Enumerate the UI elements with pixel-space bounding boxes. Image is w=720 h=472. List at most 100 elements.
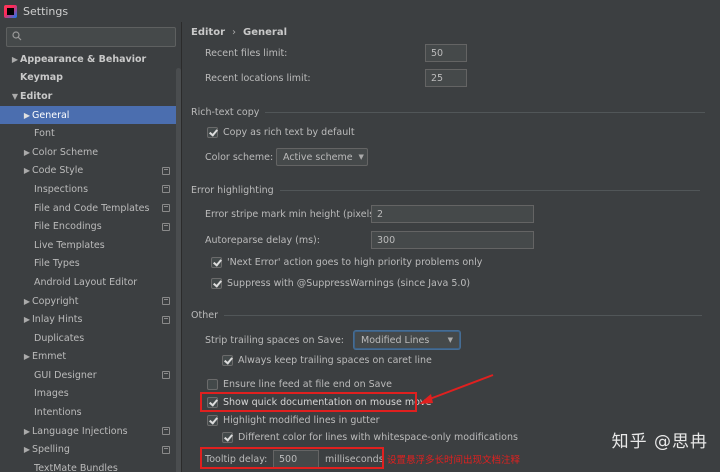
recent-files-row: Recent files limit: 50 bbox=[205, 44, 467, 62]
always-keep-checkbox[interactable] bbox=[222, 355, 233, 366]
sidebar-item-font[interactable]: Font bbox=[0, 124, 176, 143]
error-stripe-row: Error stripe mark min height (pixels): 2 bbox=[205, 205, 534, 223]
chevron-right-icon[interactable]: ▶ bbox=[22, 427, 32, 436]
project-scope-icon bbox=[162, 222, 170, 231]
settings-content: Editor › General Recent files limit: 50 … bbox=[183, 22, 720, 472]
always-keep-row[interactable]: Always keep trailing spaces on caret lin… bbox=[222, 355, 432, 366]
sidebar-item-gui-designer[interactable]: GUI Designer bbox=[0, 366, 176, 385]
suppress-warnings-label: Suppress with @SuppressWarnings (since J… bbox=[227, 278, 471, 289]
sidebar-item-color-scheme[interactable]: ▶ Color Scheme bbox=[0, 143, 176, 162]
sidebar-item-inlay-hints[interactable]: ▶ Inlay Hints bbox=[0, 310, 176, 329]
sidebar-item-android-layout-editor[interactable]: Android Layout Editor bbox=[0, 273, 176, 292]
settings-search-input[interactable] bbox=[26, 31, 166, 43]
highlight-modified-row[interactable]: Highlight modified lines in gutter bbox=[207, 415, 380, 426]
highlight-modified-checkbox[interactable] bbox=[207, 415, 218, 426]
section-divider bbox=[223, 315, 702, 316]
project-scope-icon bbox=[162, 297, 170, 306]
sidebar-item-images[interactable]: Images bbox=[0, 385, 176, 404]
error-highlighting-section-title: Error highlighting bbox=[191, 185, 700, 196]
project-scope-icon bbox=[162, 315, 170, 324]
different-color-checkbox[interactable] bbox=[222, 432, 233, 443]
strip-trailing-dropdown[interactable]: Modified Lines ▼ bbox=[354, 331, 460, 349]
recent-locations-label: Recent locations limit: bbox=[205, 72, 311, 84]
strip-trailing-row: Strip trailing spaces on Save: Modified … bbox=[205, 331, 460, 349]
chevron-right-icon[interactable]: ▶ bbox=[22, 315, 32, 324]
recent-locations-input[interactable]: 25 bbox=[425, 69, 467, 87]
error-stripe-label: Error stripe mark min height (pixels): bbox=[205, 208, 382, 220]
annotation-text: 设置悬浮多长时间出现文档注释 bbox=[387, 455, 521, 466]
rich-text-section-title: Rich-text copy bbox=[191, 107, 706, 118]
chevron-right-icon[interactable]: ▶ bbox=[22, 445, 32, 454]
suppress-warnings-row[interactable]: Suppress with @SuppressWarnings (since J… bbox=[211, 278, 470, 289]
copy-rich-text-checkbox[interactable] bbox=[207, 127, 218, 138]
sidebar-item-copyright[interactable]: ▶ Copyright bbox=[0, 292, 176, 311]
sidebar-item-file-types[interactable]: File Types bbox=[0, 255, 176, 274]
chevron-right-icon[interactable]: ▶ bbox=[22, 352, 32, 361]
next-error-row[interactable]: 'Next Error' action goes to high priorit… bbox=[211, 257, 482, 268]
breadcrumb: Editor › General bbox=[191, 27, 287, 38]
error-stripe-input[interactable]: 2 bbox=[371, 205, 534, 223]
next-error-checkbox[interactable] bbox=[211, 257, 222, 268]
annotation-arrow-icon bbox=[419, 374, 494, 404]
sidebar-scrollbar[interactable] bbox=[176, 68, 181, 472]
sidebar-item-duplicates[interactable]: Duplicates bbox=[0, 329, 176, 348]
tooltip-delay-highlight-box bbox=[200, 447, 384, 469]
highlight-modified-label: Highlight modified lines in gutter bbox=[223, 415, 380, 426]
project-scope-icon bbox=[162, 371, 170, 380]
sidebar-item-keymap[interactable]: Keymap bbox=[0, 69, 176, 88]
line-feed-row[interactable]: Ensure line feed at file end on Save bbox=[207, 379, 392, 390]
different-color-row[interactable]: Different color for lines with whitespac… bbox=[222, 432, 518, 443]
settings-sidebar: ▶ Appearance & Behavior Keymap ▼ Editor … bbox=[0, 22, 182, 472]
sidebar-item-intentions[interactable]: Intentions bbox=[0, 403, 176, 422]
settings-tree: ▶ Appearance & Behavior Keymap ▼ Editor … bbox=[0, 50, 176, 472]
chevron-down-icon: ▼ bbox=[358, 153, 364, 161]
sidebar-item-textmate-bundles[interactable]: TextMate Bundles bbox=[0, 459, 176, 472]
line-feed-label: Ensure line feed at file end on Save bbox=[223, 379, 392, 390]
autoreparse-label: Autoreparse delay (ms): bbox=[205, 234, 320, 246]
settings-search-box[interactable] bbox=[6, 27, 176, 47]
sidebar-item-language-injections[interactable]: ▶ Language Injections bbox=[0, 422, 176, 441]
chevron-right-icon[interactable]: ▶ bbox=[22, 297, 32, 306]
color-scheme-label: Color scheme: bbox=[205, 151, 274, 163]
sidebar-item-inspections[interactable]: Inspections bbox=[0, 180, 176, 199]
project-scope-icon bbox=[162, 427, 170, 436]
sidebar-item-general[interactable]: ▶ General bbox=[0, 105, 176, 125]
autoreparse-row: Autoreparse delay (ms): 300 bbox=[205, 231, 534, 249]
breadcrumb-current: General bbox=[243, 27, 287, 38]
quick-doc-highlight-box bbox=[200, 392, 417, 412]
recent-files-input[interactable]: 50 bbox=[425, 44, 467, 62]
sidebar-item-file-encodings[interactable]: File Encodings bbox=[0, 217, 176, 236]
chevron-down-icon[interactable]: ▼ bbox=[10, 92, 20, 101]
copy-rich-text-label: Copy as rich text by default bbox=[223, 127, 355, 138]
autoreparse-input[interactable]: 300 bbox=[371, 231, 534, 249]
other-section-title: Other bbox=[191, 310, 702, 321]
color-scheme-dropdown[interactable]: Active scheme ▼ bbox=[276, 148, 368, 166]
recent-locations-row: Recent locations limit: 25 bbox=[205, 69, 467, 87]
section-divider bbox=[279, 190, 700, 191]
sidebar-item-appearance-behavior[interactable]: ▶ Appearance & Behavior bbox=[0, 50, 176, 69]
sidebar-item-editor[interactable]: ▼ Editor bbox=[0, 87, 176, 106]
recent-files-label: Recent files limit: bbox=[205, 47, 288, 59]
chevron-right-icon[interactable]: ▶ bbox=[22, 111, 32, 120]
title-bar: Settings bbox=[0, 0, 720, 22]
sidebar-item-emmet[interactable]: ▶ Emmet bbox=[0, 348, 176, 367]
breadcrumb-parent: Editor bbox=[191, 27, 225, 38]
sidebar-item-live-templates[interactable]: Live Templates bbox=[0, 236, 176, 255]
next-error-label: 'Next Error' action goes to high priorit… bbox=[227, 257, 483, 268]
line-feed-checkbox[interactable] bbox=[207, 379, 218, 390]
sidebar-item-file-code-templates[interactable]: File and Code Templates bbox=[0, 199, 176, 218]
project-scope-icon bbox=[162, 166, 170, 175]
suppress-warnings-checkbox[interactable] bbox=[211, 278, 222, 289]
always-keep-label: Always keep trailing spaces on caret lin… bbox=[238, 355, 432, 366]
project-scope-icon bbox=[162, 445, 170, 454]
chevron-right-icon[interactable]: ▶ bbox=[10, 55, 20, 64]
sidebar-item-code-style[interactable]: ▶ Code Style bbox=[0, 162, 176, 181]
chevron-right-icon[interactable]: ▶ bbox=[22, 166, 32, 175]
sidebar-item-spelling[interactable]: ▶ Spelling bbox=[0, 440, 176, 459]
window-title: Settings bbox=[23, 4, 69, 18]
color-scheme-row: Color scheme: Active scheme ▼ bbox=[205, 148, 368, 166]
search-icon bbox=[12, 30, 22, 44]
section-divider bbox=[265, 112, 706, 113]
chevron-right-icon[interactable]: ▶ bbox=[22, 148, 32, 157]
copy-rich-text-row[interactable]: Copy as rich text by default bbox=[207, 127, 355, 138]
